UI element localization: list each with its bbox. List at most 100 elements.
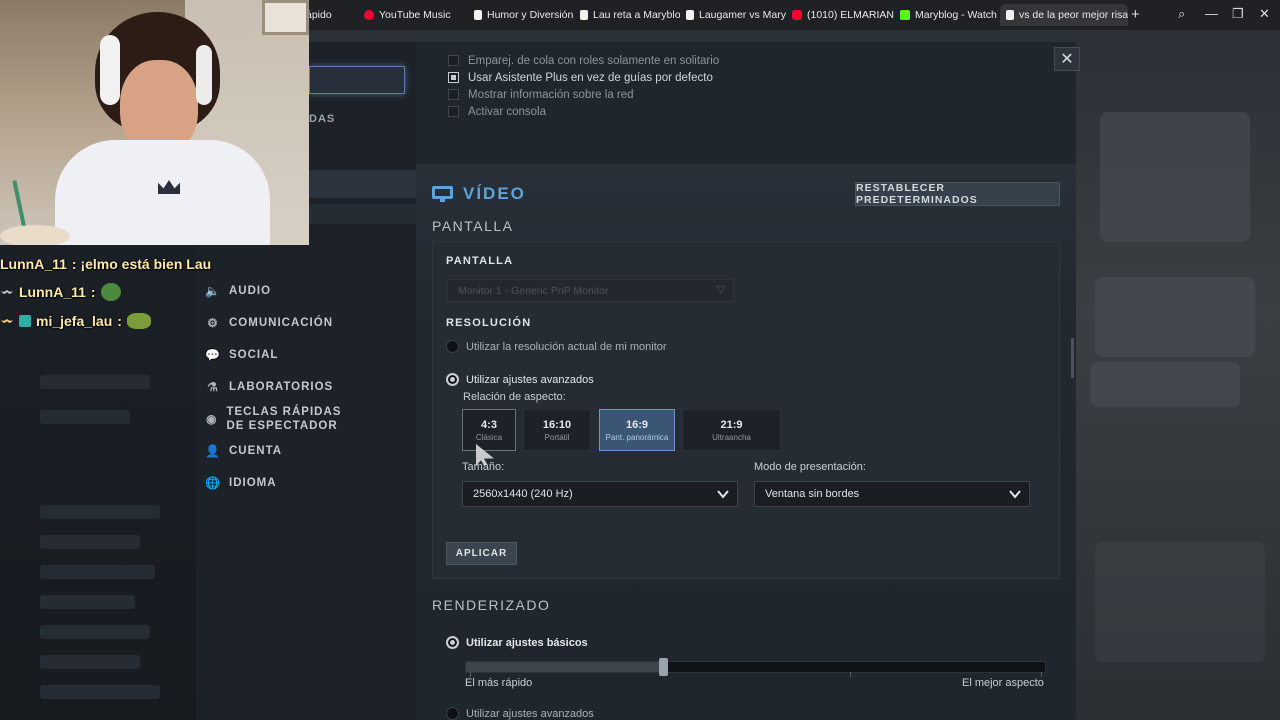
aspect-ratio: 4:3: [481, 418, 497, 431]
tab-label: Maryblog - Watch cli: [915, 9, 1000, 21]
chevron-down-icon: [1009, 490, 1021, 499]
tab-label: YouTube Music: [379, 9, 451, 21]
nav-item-cuenta[interactable]: 👤 CUENTA: [205, 444, 283, 458]
radio-label: Utilizar ajustes avanzados: [466, 373, 594, 386]
checkbox[interactable]: [448, 89, 459, 100]
radio-button[interactable]: [446, 340, 459, 353]
nav-item-idioma[interactable]: 🌐 IDIOMA: [205, 476, 277, 490]
radio-button[interactable]: [446, 707, 459, 720]
nav-item-label: IDIOMA: [229, 477, 277, 489]
search-tabs-icon[interactable]: ⌕: [1178, 6, 1185, 22]
new-tab-button[interactable]: +: [1131, 6, 1140, 23]
slider-max-label: El mejor aspecto: [962, 677, 1044, 689]
browser-tab[interactable]: YouTube Music: [358, 4, 468, 26]
chevron-down-icon: [717, 490, 729, 499]
nav-item-social[interactable]: 💬 SOCIAL: [205, 348, 278, 362]
restore-button[interactable]: ❐: [1232, 6, 1244, 22]
radio-button-selected[interactable]: [446, 373, 459, 386]
gear-icon: ⚙: [207, 316, 219, 330]
mustache-badge-icon: [1, 290, 13, 294]
option-console[interactable]: Activar consola: [448, 103, 719, 120]
apply-button[interactable]: APLICAR: [446, 542, 517, 565]
slider-thumb[interactable]: [658, 658, 668, 676]
subscriber-badge-icon: [19, 315, 31, 327]
frog-emote-icon: [126, 313, 151, 329]
pantalla-label: PANTALLA: [446, 255, 514, 267]
nav-item-comunicacion[interactable]: ⚙ COMUNICACIÓN: [206, 316, 333, 330]
nav-item-teclas-espectador[interactable]: ◉ TECLAS RÁPIDAS DE ESPECTADOR: [206, 405, 356, 433]
radio-advanced-render[interactable]: Utilizar ajustes avanzados: [446, 707, 594, 720]
radio-label: Utilizar la resolución actual de mi moni…: [466, 340, 667, 353]
browser-tab-active[interactable]: vs de la peor mejor risa✕: [1000, 4, 1128, 26]
radio-button-selected[interactable]: [446, 636, 459, 649]
browser-tab[interactable]: Maryblog - Watch cli: [894, 4, 1000, 26]
radio-label: Utilizar ajustes básicos: [466, 636, 588, 649]
close-window-button[interactable]: ✕: [1259, 6, 1270, 22]
nav-selected-item[interactable]: [309, 66, 405, 94]
drink-cup: [0, 225, 70, 245]
browser-tab[interactable]: Laugamer vs Marybl: [680, 4, 786, 26]
section-title-renderizado: RENDERIZADO: [432, 597, 551, 613]
person-icon: 👤: [205, 444, 221, 458]
close-settings-button[interactable]: ✕: [1054, 47, 1080, 71]
chat-message: LunnA_11 : ¡elmo está bien Lau: [0, 256, 211, 272]
tab-label: (1010) ELMARIANA -: [807, 9, 894, 21]
tiktok-icon: [580, 10, 588, 20]
chat-text: : ¡elmo está bien Lau: [71, 256, 212, 272]
radio-current-resolution[interactable]: Utilizar la resolución actual de mi moni…: [446, 340, 667, 353]
resolucion-label: RESOLUCIÓN: [446, 317, 532, 329]
browser-tab[interactable]: Lau reta a Maryblog: [574, 4, 680, 26]
youtube-icon: [792, 10, 802, 20]
size-select-value: 2560x1440 (240 Hz): [473, 488, 573, 500]
video-title-text: VÍDEO: [463, 184, 526, 203]
kick-icon: [900, 10, 910, 20]
tab-label: vs de la peor mejor risa: [1019, 9, 1128, 21]
nav-item-laboratorios[interactable]: ⚗ LABORATORIOS: [206, 380, 333, 394]
tiktok-icon: [1006, 10, 1014, 20]
aspect-ratio-label: Relación de aspecto:: [463, 391, 566, 403]
aspect-21-9-button[interactable]: 21:9 Ultraancha: [682, 409, 781, 451]
flask-icon: ⚗: [207, 380, 219, 394]
camera-icon: ◉: [206, 412, 218, 426]
quality-slider[interactable]: [465, 658, 1046, 677]
browser-tab[interactable]: Humor y Diversión c: [468, 4, 574, 26]
option-label: Emparej. de cola con roles solamente en …: [468, 54, 720, 67]
nav-item-audio[interactable]: 🔈 AUDIO: [205, 284, 272, 298]
checkbox-checked[interactable]: [448, 72, 459, 83]
pepe-emote-icon: [100, 283, 121, 301]
restore-defaults-button[interactable]: RESTABLECER PREDETERMINADOS: [855, 182, 1060, 206]
nav-item-label: AUDIO: [229, 285, 272, 297]
browser-tab[interactable]: (1010) ELMARIANA -: [786, 4, 894, 26]
chat-message: LunnA_11 :: [0, 283, 121, 301]
chat-text: :: [90, 284, 96, 300]
monitor-select[interactable]: Monitor 1 - Generic PnP Monitor ▽: [447, 279, 734, 302]
youtube-music-icon: [364, 10, 374, 20]
chat-bubble-icon: 💬: [205, 348, 221, 362]
aspect-4-3-button[interactable]: 4:3 Clásica: [462, 409, 516, 451]
checkbox[interactable]: [448, 106, 459, 117]
minimize-button[interactable]: —: [1205, 6, 1218, 21]
tiktok-icon: [686, 10, 694, 20]
checkbox[interactable]: [448, 55, 459, 66]
aspect-16-10-button[interactable]: 16:10 Portátil: [523, 409, 591, 451]
option-role-queue[interactable]: Emparej. de cola con roles solamente en …: [448, 52, 719, 69]
option-assistant-plus[interactable]: Usar Asistente Plus en vez de guías por …: [448, 69, 719, 86]
option-label: Activar consola: [468, 105, 546, 118]
radio-advanced-resolution[interactable]: Utilizar ajustes avanzados: [446, 373, 594, 386]
nav-partial-label: DAS: [309, 113, 336, 125]
chevron-down-icon: ▽: [716, 284, 725, 296]
monitor-select-value: Monitor 1 - Generic PnP Monitor: [458, 284, 609, 297]
option-network-info[interactable]: Mostrar información sobre la red: [448, 86, 719, 103]
browser-toolbar-strip: [309, 30, 1280, 42]
display-mode-select[interactable]: Ventana sin bordes: [754, 481, 1030, 507]
nav-item-highlight[interactable]: [309, 170, 416, 198]
game-background-right: [1075, 42, 1280, 720]
nav-item-label: CUENTA: [229, 445, 283, 457]
monitor-icon: [432, 185, 453, 203]
nav-item-highlight[interactable]: [309, 204, 416, 224]
radio-label: Utilizar ajustes avanzados: [466, 707, 594, 720]
aspect-16-9-button[interactable]: 16:9 Pant. panorámica: [599, 409, 675, 451]
scrollbar[interactable]: [1071, 338, 1074, 378]
radio-basic-render[interactable]: Utilizar ajustes básicos: [446, 636, 588, 649]
size-select[interactable]: 2560x1440 (240 Hz): [462, 481, 738, 507]
